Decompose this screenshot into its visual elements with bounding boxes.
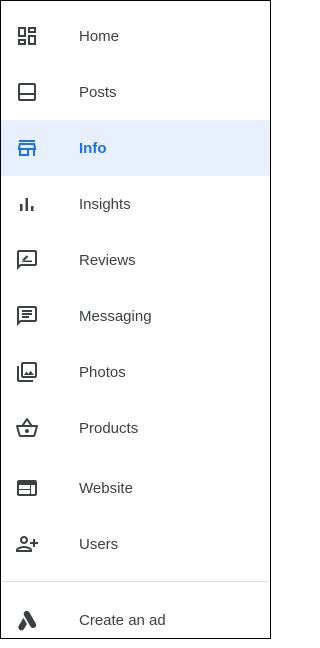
nav-item-users[interactable]: Users <box>1 516 270 572</box>
chat-icon <box>15 304 39 328</box>
dashboard-icon <box>15 24 39 48</box>
nav-item-insights[interactable]: Insights <box>1 176 270 232</box>
nav-item-messaging[interactable]: Messaging <box>1 288 270 344</box>
web-icon <box>15 476 39 500</box>
nav-item-label: Insights <box>79 195 131 213</box>
create-ad-label: Create an ad <box>79 611 166 629</box>
nav-item-website[interactable]: Website <box>1 460 270 516</box>
posts-icon <box>15 80 39 104</box>
nav-item-label: Messaging <box>79 307 152 325</box>
nav-item-label: Users <box>79 535 119 553</box>
nav-item-photos[interactable]: Photos <box>1 344 270 400</box>
nav-item-label: Posts <box>79 83 117 101</box>
nav-item-label: Website <box>79 479 133 497</box>
bar-chart-icon <box>15 192 39 216</box>
nav-item-label: Home <box>79 27 120 45</box>
nav-item-products[interactable]: Products <box>1 400 270 456</box>
storefront-icon <box>15 136 39 160</box>
nav-item-label: Reviews <box>79 251 136 269</box>
photo-library-icon <box>15 360 39 384</box>
nav-item-posts[interactable]: Posts <box>1 64 270 120</box>
nav-item-label: Products <box>79 419 139 437</box>
divider <box>1 581 270 582</box>
person-add-icon <box>15 532 39 556</box>
basket-icon <box>15 416 39 440</box>
nav-item-home[interactable]: Home <box>1 8 270 64</box>
nav-item-reviews[interactable]: Reviews <box>1 232 270 288</box>
rate-review-icon <box>15 248 39 272</box>
nav-item-label: Photos <box>79 363 126 381</box>
business-sidebar-nav: Home Posts Info Insights Reviews Messagi… <box>0 0 271 639</box>
google-ads-icon <box>15 608 39 632</box>
nav-item-info[interactable]: Info <box>1 120 270 176</box>
create-ad-button[interactable]: Create an ad <box>1 592 270 648</box>
nav-item-label: Info <box>79 139 107 157</box>
